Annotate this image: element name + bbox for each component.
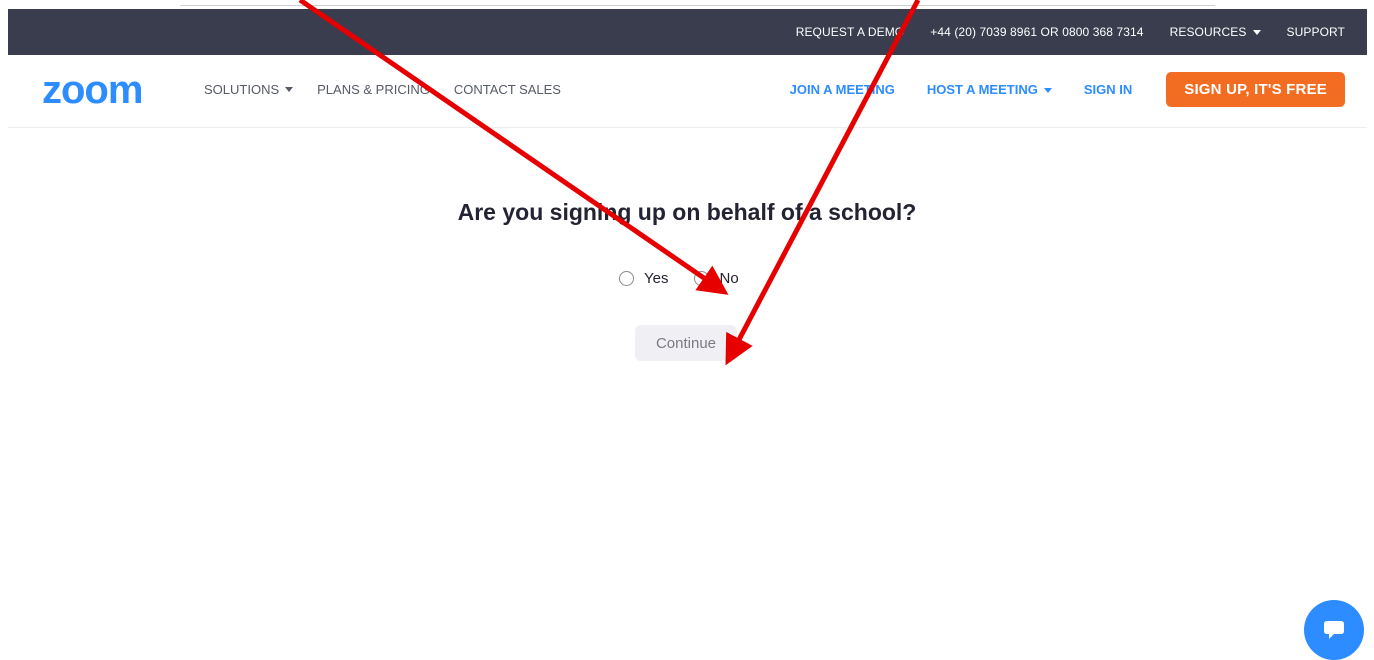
- join-meeting-link[interactable]: JOIN A MEETING: [790, 82, 895, 97]
- radio-button-no[interactable]: [694, 271, 710, 286]
- host-meeting-menu[interactable]: HOST A MEETING: [927, 82, 1052, 97]
- contact-sales-link[interactable]: CONTACT SALES: [454, 79, 561, 99]
- phone-number: +44 (20) 7039 8961 OR 0800 368 7314: [930, 25, 1144, 39]
- main-navbar: zoom SOLUTIONS PLANS & PRICING CONTACT S…: [8, 55, 1367, 128]
- nav-left: SOLUTIONS PLANS & PRICING CONTACT SALES: [204, 79, 585, 99]
- sign-in-link[interactable]: SIGN IN: [1084, 82, 1132, 97]
- sign-up-button[interactable]: SIGN UP, IT'S FREE: [1166, 72, 1345, 107]
- caret-down-icon: [1043, 87, 1052, 93]
- radio-button-yes[interactable]: [619, 271, 634, 286]
- caret-down-icon: [285, 87, 294, 92]
- radio-option-yes[interactable]: Yes: [619, 270, 668, 287]
- school-radio-group: Yes No: [619, 270, 765, 287]
- svg-text:zoom: zoom: [42, 73, 142, 109]
- nav-right: JOIN A MEETING HOST A MEETING SIGN IN SI…: [758, 72, 1345, 107]
- resources-menu[interactable]: RESOURCES: [1170, 25, 1261, 39]
- radio-label-yes: Yes: [644, 270, 669, 287]
- caret-down-icon: [1252, 30, 1261, 35]
- resources-label: RESOURCES: [1169, 25, 1247, 39]
- chat-bubble-icon: [1324, 621, 1344, 639]
- solutions-menu[interactable]: SOLUTIONS: [204, 79, 294, 99]
- request-demo-link[interactable]: REQUEST A DEMO: [796, 25, 905, 39]
- host-meeting-label: HOST A MEETING: [926, 82, 1038, 97]
- zoom-logo[interactable]: zoom: [42, 73, 168, 109]
- radio-option-no[interactable]: No: [694, 270, 739, 287]
- radio-label-no: No: [719, 270, 739, 287]
- utility-bar: REQUEST A DEMO +44 (20) 7039 8961 OR 080…: [8, 9, 1367, 55]
- chat-button[interactable]: [1304, 600, 1364, 660]
- solutions-label: SOLUTIONS: [204, 81, 280, 97]
- question-heading: Are you signing up on behalf of a school…: [457, 199, 917, 225]
- plans-pricing-link[interactable]: PLANS & PRICING: [317, 79, 430, 99]
- continue-button[interactable]: Continue: [635, 325, 737, 361]
- support-link[interactable]: SUPPORT: [1287, 25, 1346, 39]
